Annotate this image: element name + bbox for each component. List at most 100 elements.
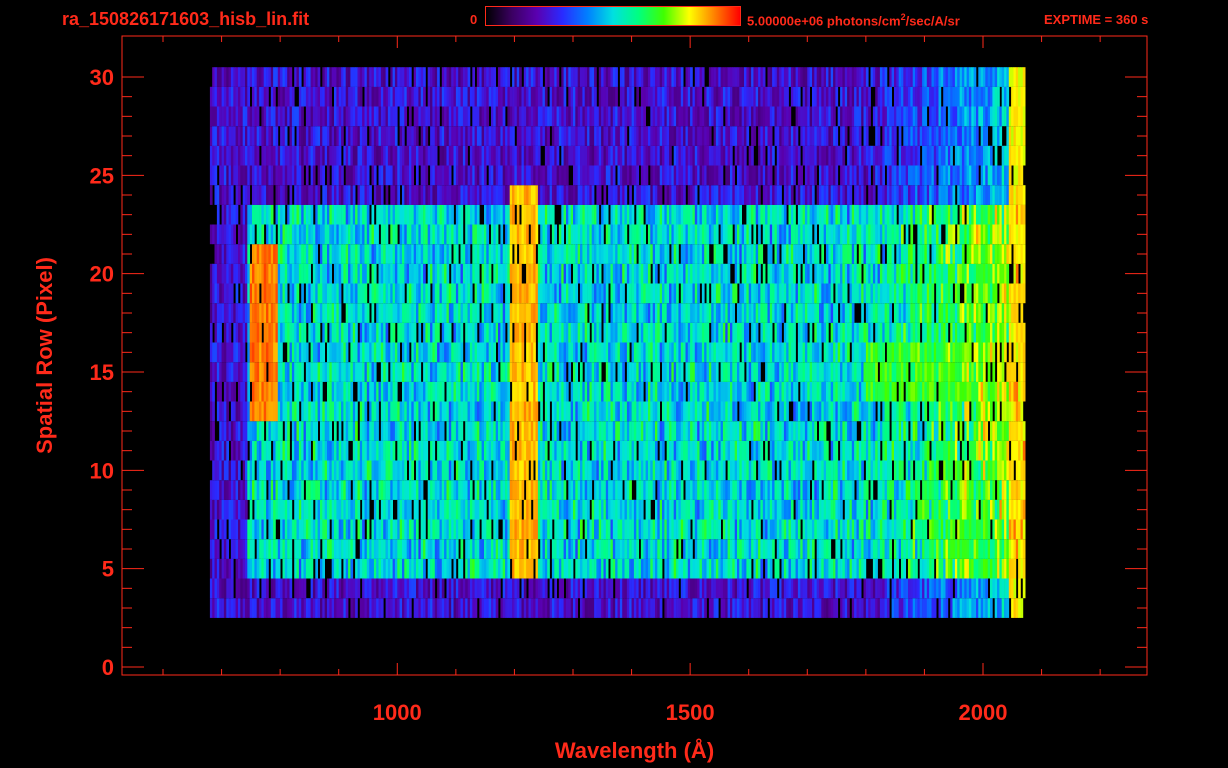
heatmap-cell — [884, 480, 888, 500]
heatmap-cell — [776, 519, 780, 540]
heatmap-cell — [484, 322, 487, 343]
heatmap-cell — [720, 539, 724, 559]
heatmap-cell — [345, 539, 349, 559]
heatmap-cell — [655, 401, 658, 422]
heatmap-cell — [535, 421, 539, 441]
heatmap-cell — [640, 440, 644, 461]
heatmap-cell — [697, 362, 700, 382]
heatmap-cell — [481, 342, 485, 363]
heatmap-cell — [441, 322, 445, 343]
heatmap-cell — [226, 401, 229, 422]
heatmap-cell — [837, 499, 841, 520]
heatmap-cell — [715, 322, 719, 343]
heatmap-cell — [957, 519, 960, 540]
heatmap-cell — [638, 342, 642, 363]
heatmap-cell — [230, 558, 234, 579]
heatmap-cell — [711, 519, 714, 540]
heatmap-cell — [554, 519, 557, 540]
heatmap-cell — [305, 519, 309, 540]
heatmap-cell — [819, 519, 822, 540]
heatmap-cell — [209, 558, 213, 579]
heatmap-cell — [392, 519, 396, 540]
heatmap-cell — [385, 578, 389, 599]
heatmap-cell — [868, 578, 871, 599]
heatmap-cell — [605, 480, 609, 500]
heatmap-cell — [821, 362, 824, 382]
heatmap-cell — [544, 440, 548, 461]
heatmap-cell — [772, 440, 775, 461]
heatmap-cell — [769, 342, 773, 363]
heatmap-cell — [776, 499, 780, 520]
heatmap-cell — [894, 499, 897, 520]
heatmap-cell — [331, 499, 335, 520]
heatmap-cell — [416, 460, 419, 481]
heatmap-cell — [837, 322, 841, 343]
heatmap-cell — [214, 322, 218, 343]
heatmap-cell — [856, 362, 860, 382]
heatmap-cell — [540, 460, 543, 481]
heatmap-cell — [451, 539, 454, 559]
heatmap-cell — [287, 499, 290, 520]
heatmap-cell — [519, 421, 522, 441]
heatmap-cell — [341, 499, 344, 520]
heatmap-cell — [802, 558, 806, 579]
heatmap-cell — [521, 303, 525, 323]
heatmap-cell — [540, 322, 543, 343]
heatmap-cell — [844, 401, 848, 422]
heatmap-cell — [636, 342, 639, 363]
heatmap-cell — [336, 519, 340, 540]
heatmap-cell — [997, 558, 1000, 579]
heatmap-cell — [345, 322, 349, 343]
heatmap-cell — [908, 558, 911, 579]
heatmap-cell — [242, 480, 246, 500]
heatmap-cell — [242, 342, 246, 363]
heatmap-cell — [1008, 539, 1012, 559]
heatmap-cell — [282, 362, 286, 382]
heatmap-cell — [249, 539, 253, 559]
heatmap-cell — [469, 303, 473, 323]
heatmap-cell — [226, 322, 229, 343]
heatmap-cell — [619, 598, 623, 618]
heatmap-cell — [430, 598, 433, 618]
heatmap-cell — [617, 303, 621, 323]
heatmap-cell — [812, 558, 815, 579]
heatmap-cell — [542, 539, 546, 559]
heatmap-cell — [847, 381, 850, 402]
heatmap-cell — [812, 578, 815, 599]
heatmap-cell — [891, 401, 895, 422]
heatmap-cell — [814, 342, 817, 363]
heatmap-cell — [446, 421, 450, 441]
heatmap-cell — [952, 539, 956, 559]
heatmap-cell — [629, 539, 632, 559]
heatmap-cell — [812, 342, 815, 363]
heatmap-cell — [762, 381, 766, 402]
heatmap-cell — [474, 539, 478, 559]
heatmap-cell — [701, 558, 705, 579]
heatmap-cell — [366, 460, 370, 481]
heatmap-cell — [223, 303, 227, 323]
heatmap-cell — [788, 480, 792, 500]
heatmap-cell — [657, 421, 660, 441]
heatmap-cell — [334, 322, 337, 343]
heatmap-cell — [259, 558, 262, 579]
heatmap-cell — [596, 460, 600, 481]
heatmap-cell — [1018, 460, 1021, 481]
heatmap-cell — [320, 401, 323, 422]
heatmap-cell — [338, 421, 342, 441]
heatmap-cell — [685, 558, 689, 579]
heatmap-cell — [875, 499, 878, 520]
heatmap-cell — [692, 519, 696, 540]
heatmap-cell — [268, 440, 272, 461]
heatmap-cell — [968, 421, 972, 441]
heatmap-cell — [901, 342, 904, 363]
heatmap-cell — [371, 598, 375, 618]
heatmap-cell — [601, 440, 604, 461]
heatmap-cell — [233, 480, 236, 500]
heatmap-cell — [366, 421, 370, 441]
heatmap-cell — [905, 539, 909, 559]
heatmap-cell — [252, 558, 255, 579]
heatmap-cell — [320, 421, 323, 441]
heatmap-cell — [631, 460, 635, 481]
heatmap-cell — [943, 480, 946, 500]
heatmap-cell — [795, 598, 799, 618]
